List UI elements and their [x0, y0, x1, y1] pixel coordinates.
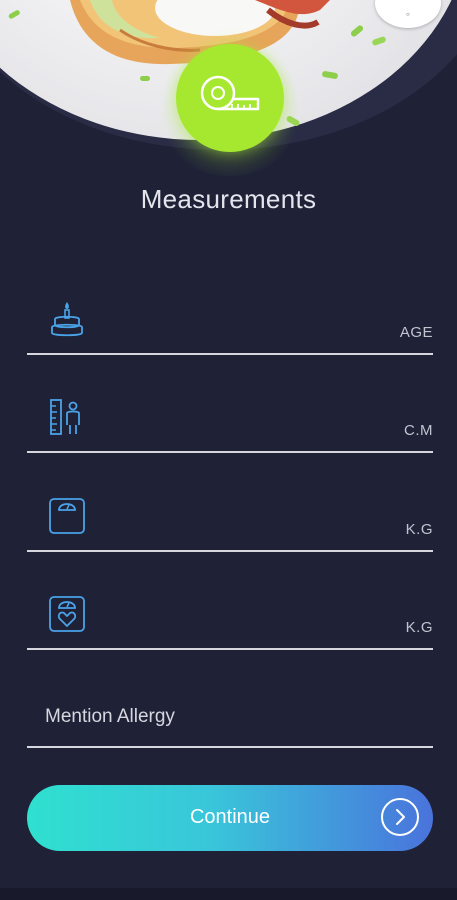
measuring-tape-icon — [200, 75, 260, 111]
birthday-cake-icon — [51, 302, 83, 337]
height-ruler-icon — [50, 399, 80, 435]
weight-scale-icon — [49, 498, 85, 534]
target-weight-field[interactable]: K.G — [27, 588, 433, 650]
age-unit-label: AGE — [399, 324, 433, 341]
continue-button-label: Continue — [189, 806, 271, 828]
allergy-field[interactable]: Mention Allergy — [27, 686, 433, 748]
target-weight-unit-label: K.G — [405, 619, 433, 636]
height-unit-label: C.M — [404, 422, 433, 439]
measurement-badge — [176, 44, 284, 152]
age-field[interactable]: AGE — [27, 293, 433, 355]
brand-logo-mark: ○ — [405, 12, 411, 18]
arrow-right-circle-icon — [381, 798, 419, 836]
page-title: Measurements — [140, 184, 317, 214]
current-weight-field[interactable]: K.G — [27, 490, 433, 552]
current-weight-unit-label: K.G — [405, 521, 433, 538]
allergy-placeholder: Mention Allergy — [45, 706, 175, 727]
target-weight-scale-icon — [49, 596, 85, 632]
continue-button[interactable]: Continue — [27, 785, 433, 851]
height-field[interactable]: C.M — [27, 391, 433, 453]
bottom-nav-strip — [0, 888, 457, 900]
